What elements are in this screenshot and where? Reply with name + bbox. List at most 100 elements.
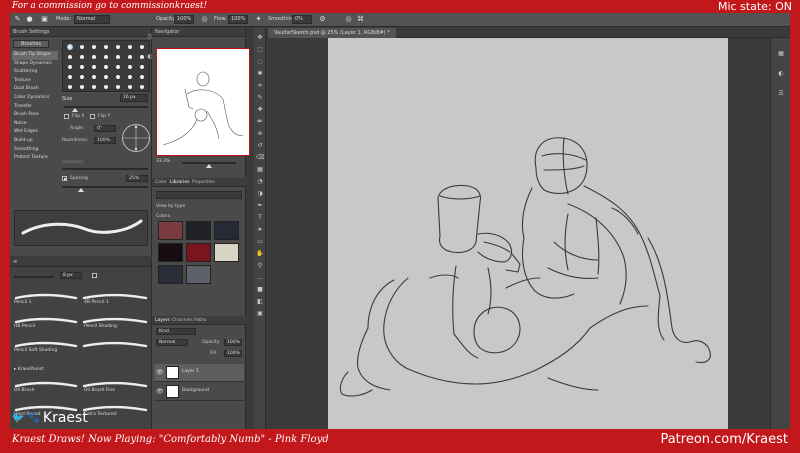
smoothing-field[interactable]: 0% bbox=[292, 15, 312, 24]
brush-tip-preset[interactable] bbox=[80, 65, 84, 69]
layer-name[interactable]: Background bbox=[182, 388, 209, 393]
brush-tip-preset[interactable] bbox=[92, 85, 96, 89]
brush-tip-preset[interactable] bbox=[104, 45, 108, 49]
quick-select-tool-icon[interactable]: ✱ bbox=[256, 70, 264, 77]
brush-settings-tab[interactable]: Brush Settings bbox=[10, 28, 151, 37]
pressure-opacity-icon[interactable]: ◎ bbox=[200, 15, 209, 24]
color-swatch[interactable] bbox=[158, 243, 183, 262]
brush-tool-icon[interactable]: ✎ bbox=[13, 15, 22, 24]
airbrush-icon[interactable]: ✦ bbox=[254, 15, 263, 24]
brush-tip-preset[interactable] bbox=[67, 44, 73, 50]
brush-setting-item[interactable]: Transfer bbox=[12, 103, 58, 112]
brush-tip-preset[interactable] bbox=[68, 85, 72, 89]
layer-kind-filter[interactable]: Kind bbox=[156, 328, 196, 335]
brush-setting-item[interactable]: Noise bbox=[12, 120, 58, 129]
library-select[interactable] bbox=[156, 191, 242, 199]
crop-tool-icon[interactable]: ⌗ bbox=[256, 82, 264, 89]
brush-setting-item[interactable]: Brush Tip Shape bbox=[12, 51, 58, 60]
brush-tip-preset[interactable] bbox=[116, 55, 120, 59]
brush-setting-item[interactable]: Color Dynamics bbox=[12, 94, 58, 103]
pen-tool-icon[interactable]: ✒ bbox=[256, 202, 264, 209]
move-tool-icon[interactable]: ✥ bbox=[256, 34, 264, 41]
brush-tip-preset[interactable] bbox=[128, 65, 132, 69]
brush-tip-preset[interactable] bbox=[128, 55, 132, 59]
brush-size-field[interactable]: 8 px bbox=[60, 272, 82, 279]
gradient-tool-icon[interactable]: ▦ bbox=[256, 166, 264, 173]
brush-size-slider[interactable] bbox=[14, 276, 54, 278]
tab-color[interactable]: Color bbox=[155, 178, 167, 187]
blur-tool-icon[interactable]: ◔ bbox=[256, 178, 264, 185]
toggle-brush-panel-icon[interactable]: ▣ bbox=[40, 15, 49, 24]
brush-tip-preset[interactable] bbox=[116, 45, 120, 49]
symmetry-icon[interactable]: ⌘ bbox=[356, 15, 365, 24]
brush-tip-preset[interactable] bbox=[80, 75, 84, 79]
brush-setting-item[interactable]: Build-up bbox=[12, 137, 58, 146]
mode-select[interactable]: Normal bbox=[74, 15, 110, 24]
dodge-tool-icon[interactable]: ◑ bbox=[256, 190, 264, 197]
lasso-tool-icon[interactable]: ◌ bbox=[256, 58, 264, 65]
brush-tip-preset[interactable] bbox=[92, 75, 96, 79]
navigator-tab[interactable]: Navigator bbox=[152, 28, 245, 37]
color-swatch[interactable] bbox=[214, 243, 239, 262]
layer-blend-mode[interactable]: Normal bbox=[156, 339, 188, 346]
brush-tip-preset[interactable] bbox=[116, 85, 120, 89]
zoom-tool-icon[interactable]: ⚲ bbox=[256, 262, 264, 269]
edit-toolbar-tool-icon[interactable]: … bbox=[256, 274, 264, 281]
foreground-color-tool-icon[interactable]: ■ bbox=[256, 286, 264, 293]
tab-libraries[interactable]: Libraries bbox=[170, 178, 189, 187]
eye-icon[interactable]: 👁 bbox=[156, 369, 164, 376]
size-slider-thumb[interactable] bbox=[72, 108, 78, 112]
color-swatch[interactable] bbox=[158, 265, 183, 284]
brush-tool-icon[interactable]: ✏ bbox=[256, 118, 264, 125]
eraser-tool-icon[interactable]: ⌫ bbox=[256, 154, 264, 161]
brush-tip-grid[interactable] bbox=[62, 40, 150, 92]
healing-tool-icon[interactable]: ✚ bbox=[256, 106, 264, 113]
layer-row[interactable]: 👁 Background bbox=[154, 383, 244, 401]
layer-opacity-field[interactable]: 100% bbox=[224, 339, 242, 346]
opacity-field[interactable]: 100% bbox=[174, 15, 194, 24]
brush-tip-preset[interactable] bbox=[104, 55, 108, 59]
hand-tool-icon[interactable]: ✋ bbox=[256, 250, 264, 257]
brush-tip-preset[interactable] bbox=[68, 75, 72, 79]
color-swatch[interactable] bbox=[214, 221, 239, 240]
patreon-link[interactable]: Patreon.com/Kraest bbox=[660, 429, 788, 451]
adjustments-icon[interactable]: ◐ bbox=[777, 70, 785, 77]
color-swatch[interactable] bbox=[158, 221, 183, 240]
navigator-thumbnail[interactable] bbox=[156, 48, 250, 156]
brush-tip-preset[interactable] bbox=[68, 55, 72, 59]
stamp-tool-icon[interactable]: ⎈ bbox=[256, 130, 264, 137]
spacing-slider[interactable] bbox=[62, 186, 148, 188]
angle-field[interactable]: 0° bbox=[94, 125, 116, 132]
zoom-slider-thumb[interactable] bbox=[206, 164, 212, 168]
smoothing-options-icon[interactable]: ⚙ bbox=[318, 15, 327, 24]
brush-setting-item[interactable]: Shape Dynamics bbox=[12, 60, 58, 69]
tab-layers[interactable]: Layers bbox=[155, 316, 170, 325]
brush-setting-item[interactable]: Wet Edges bbox=[12, 128, 58, 137]
layer-fill-field[interactable]: 100% bbox=[224, 350, 242, 357]
type-tool-icon[interactable]: T bbox=[256, 214, 264, 221]
eye-icon[interactable]: 👁 bbox=[156, 388, 164, 395]
layer-name[interactable]: Layer 1 bbox=[182, 369, 199, 374]
brush-name-right[interactable]: Extra Textured bbox=[84, 412, 117, 429]
document-tab[interactable]: VaultarSketch.psd @ 25% (Layer 1, RGB/8#… bbox=[268, 28, 396, 38]
brush-tip-preset[interactable] bbox=[92, 45, 96, 49]
spacing-slider-thumb[interactable] bbox=[78, 188, 84, 192]
brush-tip-preset[interactable] bbox=[80, 85, 84, 89]
brush-tip-preset[interactable] bbox=[104, 65, 108, 69]
quick-mask-tool-icon[interactable]: ◧ bbox=[256, 298, 264, 305]
history-brush-tool-icon[interactable]: ↺ bbox=[256, 142, 264, 149]
flip-x-checkbox[interactable] bbox=[64, 114, 69, 119]
brush-stroke-sample[interactable] bbox=[14, 291, 148, 303]
brush-tip-preset[interactable] bbox=[80, 55, 84, 59]
brush-tip-preset[interactable] bbox=[116, 75, 120, 79]
brush-tip-preset[interactable] bbox=[80, 45, 84, 49]
brush-group-kraes[interactable]: ▸ KraesPainst bbox=[14, 367, 44, 372]
brush-tip-preset[interactable] bbox=[92, 55, 96, 59]
flow-field[interactable]: 100% bbox=[228, 15, 248, 24]
tab-properties[interactable]: Properties bbox=[192, 178, 215, 187]
layer-row[interactable]: 👁 Layer 1 bbox=[154, 364, 244, 382]
path-select-tool-icon[interactable]: ➤ bbox=[256, 226, 264, 233]
eyedropper-tool-icon[interactable]: ✎ bbox=[256, 94, 264, 101]
brush-tip-preset[interactable] bbox=[104, 75, 108, 79]
zoom-value[interactable]: 33.3% bbox=[156, 159, 170, 164]
